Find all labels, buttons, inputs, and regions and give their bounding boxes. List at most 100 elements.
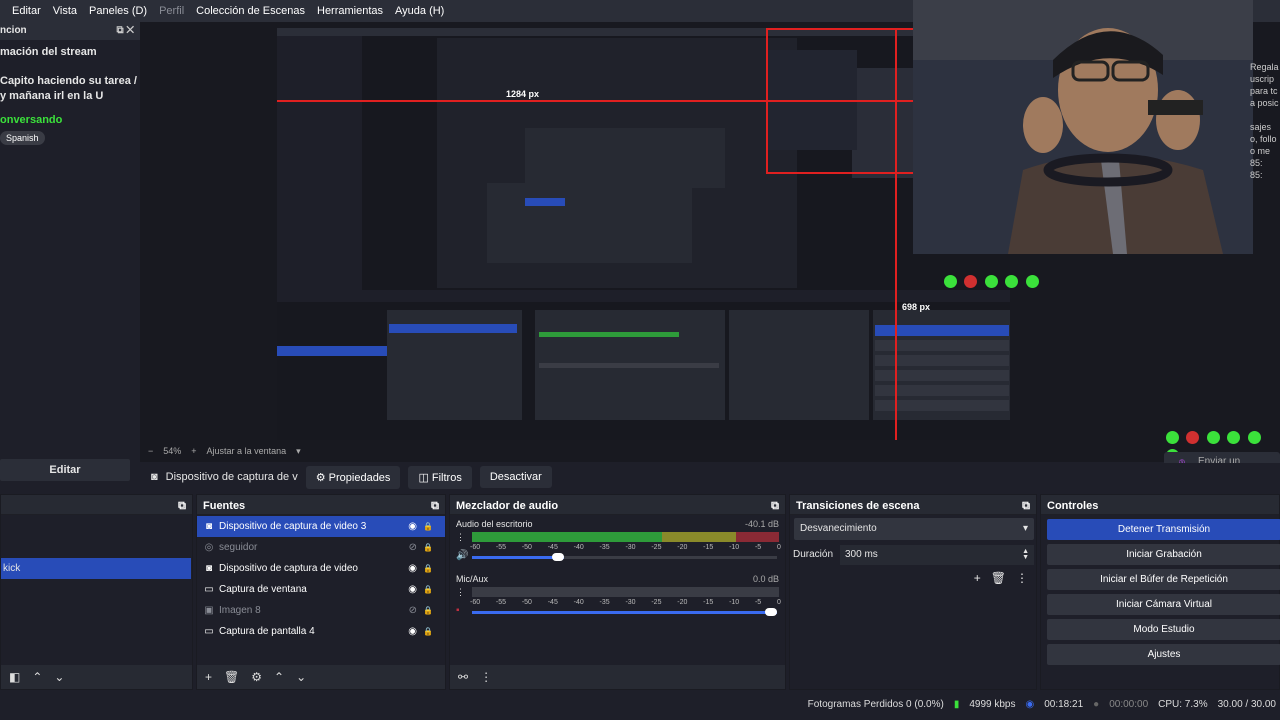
menu-item[interactable]: Perfil	[159, 5, 184, 17]
properties-button[interactable]: ⚙ Propiedades	[305, 465, 401, 489]
zoom-bar: − 54% + Ajustar a la ventana ▾	[148, 446, 548, 460]
speaker-icon[interactable]: 🔊	[456, 550, 468, 561]
tick-label: -40	[573, 544, 584, 551]
lock-icon[interactable]: 🔒	[423, 606, 439, 615]
emote-icon	[1247, 431, 1261, 444]
menu-item[interactable]: Paneles (D)	[89, 5, 147, 17]
transitions-dock: Transiciones de escena ⧉ Desvanecimiento…	[789, 494, 1037, 690]
volume-slider[interactable]	[472, 553, 777, 561]
control-button[interactable]: Modo Estudio	[1047, 619, 1280, 640]
source-item[interactable]: ▭ Captura de pantalla 4 ◉🔒	[197, 621, 445, 642]
move-up-icon[interactable]: ⌃	[274, 670, 284, 684]
transitions-body: Desvanecimiento ▾ Duración 300 ms ▲ ▼ + 🗑…	[790, 515, 1036, 689]
duration-field[interactable]: 300 ms ▲ ▼	[840, 545, 1034, 565]
spinner-icon[interactable]: ▲ ▼	[1022, 548, 1029, 561]
tick-label: -55	[495, 599, 507, 606]
move-down-icon[interactable]: ⌄	[296, 670, 306, 684]
overlay-guide-line	[895, 28, 897, 440]
menu-dots-icon[interactable]: ⋮	[1016, 571, 1028, 585]
menu-item[interactable]: Colección de Escenas	[196, 5, 305, 17]
link-icon[interactable]: ⚯	[458, 670, 468, 684]
source-item[interactable]: ◙ Dispositivo de captura de video ◉🔒	[197, 558, 445, 579]
scene-item-kick[interactable]: kick	[1, 558, 191, 579]
mic-muted-icon[interactable]: ▪	[456, 605, 460, 616]
undock-icon[interactable]: ⧉	[1022, 500, 1030, 512]
lock-icon[interactable]: 🔒	[423, 627, 439, 636]
source-item[interactable]: ▣ Imagen 8 ⊘🔒	[197, 600, 445, 621]
eye-icon[interactable]: ◉	[408, 584, 423, 595]
tick-label: -20	[677, 599, 688, 606]
overlay-guide-line	[766, 28, 768, 173]
sources-dock-title: Fuentes ⧉	[197, 495, 445, 515]
chat-fragment: a posic	[1250, 98, 1279, 108]
eye-icon[interactable]: ◉	[408, 521, 423, 532]
fit-window-label[interactable]: Ajustar a la ventana	[207, 446, 287, 460]
emote-icon	[1186, 431, 1200, 444]
stream-time: 00:18:21	[1044, 698, 1084, 710]
control-button[interactable]: Ajustes	[1047, 644, 1280, 665]
source-label: Dispositivo de captura de video 3	[219, 521, 367, 532]
add-source-icon[interactable]: +	[205, 670, 212, 684]
move-down-icon[interactable]: ⌄	[54, 670, 64, 684]
source-item[interactable]: ▭ Captura de ventana ◉🔒	[197, 579, 445, 600]
lock-icon[interactable]: 🔒	[423, 564, 439, 573]
chevron-down-icon[interactable]: ▾	[296, 446, 301, 460]
gear-icon[interactable]: ⚙	[251, 670, 262, 684]
mixer-dock-title: Mezclador de audio ⧉	[450, 495, 785, 515]
cpu-usage: CPU: 7.3%	[1158, 698, 1208, 710]
transition-actions: + 🗑 ⋮	[974, 571, 1028, 585]
image-icon: ▣	[204, 605, 214, 616]
overlay-height-label: 698 px	[902, 302, 931, 312]
delete-icon[interactable]: 🗑	[991, 571, 1006, 585]
add-transition-icon[interactable]: +	[974, 571, 981, 585]
lock-icon[interactable]: 🔒	[423, 522, 439, 531]
channel-db: -40.1 dB	[744, 519, 779, 529]
chat-fragment: para tc	[1250, 86, 1278, 96]
menu-item[interactable]: Vista	[53, 5, 77, 17]
tick-label: -20	[677, 544, 688, 551]
menu-item[interactable]: Herramientas	[317, 5, 383, 17]
lock-icon[interactable]: 🔒	[423, 543, 439, 552]
delete-icon[interactable]: 🗑	[224, 670, 239, 684]
zoom-value: 54%	[163, 446, 182, 456]
menu-dots-icon[interactable]: ⋮	[456, 587, 465, 598]
undock-icon[interactable]: ⧉	[771, 500, 779, 512]
control-button[interactable]: Iniciar el Búfer de Repetición	[1047, 569, 1280, 590]
eye-hidden-icon[interactable]: ⊘	[409, 542, 423, 553]
undock-icon[interactable]: ⧉	[178, 500, 186, 512]
source-item[interactable]: ◙ Dispositivo de captura de video 3 ◉🔒	[197, 516, 445, 537]
volume-slider[interactable]	[472, 608, 777, 616]
tick-label: -10	[729, 599, 740, 606]
control-button[interactable]: Iniciar Cámara Virtual	[1047, 594, 1280, 615]
menu-item[interactable]: Editar	[12, 5, 41, 17]
zoom-in-button[interactable]: +	[191, 446, 196, 460]
filters-button[interactable]: ◫ Filtros	[408, 465, 472, 489]
source-item[interactable]: ◎ seguidor ⊘🔒	[197, 537, 445, 558]
eye-icon[interactable]: ◉	[408, 626, 423, 637]
duration-label: Duración	[793, 549, 834, 560]
filter-icon[interactable]: ◧	[9, 670, 20, 684]
eye-icon[interactable]: ◉	[408, 563, 423, 574]
menu-item[interactable]: Ayuda (H)	[395, 5, 444, 17]
edit-stream-button[interactable]: Editar	[0, 459, 130, 481]
transition-select[interactable]: Desvanecimiento ▾	[794, 518, 1034, 540]
lock-icon[interactable]: 🔒	[423, 585, 439, 594]
tick-label: -55	[495, 544, 507, 551]
menu-dots-icon[interactable]: ⋮	[456, 532, 465, 543]
zoom-out-button[interactable]: −	[148, 446, 153, 460]
camera-icon: ◙	[205, 563, 213, 574]
menu-dots-icon[interactable]: ⋮	[480, 670, 492, 684]
control-button[interactable]: Iniciar Grabación	[1047, 544, 1280, 565]
move-up-icon[interactable]: ⌃	[32, 670, 42, 684]
overlay-width-label: 1284 px	[506, 89, 540, 99]
browser-icon: ◎	[204, 542, 214, 553]
undock-icon[interactable]: ⧉	[431, 500, 439, 512]
status-bar: Fotogramas Perdidos 0 (0.0%) ▮ 4999 kbps…	[0, 694, 1280, 714]
eye-hidden-icon[interactable]: ⊘	[409, 605, 423, 616]
emote-icon	[944, 275, 957, 288]
audio-mixer-dock: Mezclador de audio ⧉ Audio del escritori…	[449, 494, 786, 690]
deactivate-button[interactable]: Desactivar	[479, 466, 552, 488]
control-button[interactable]: Detener Transmisión	[1047, 519, 1280, 540]
sources-title: Fuentes	[203, 500, 246, 512]
dock-buttons[interactable]: ⧉ ✕	[116, 25, 134, 40]
